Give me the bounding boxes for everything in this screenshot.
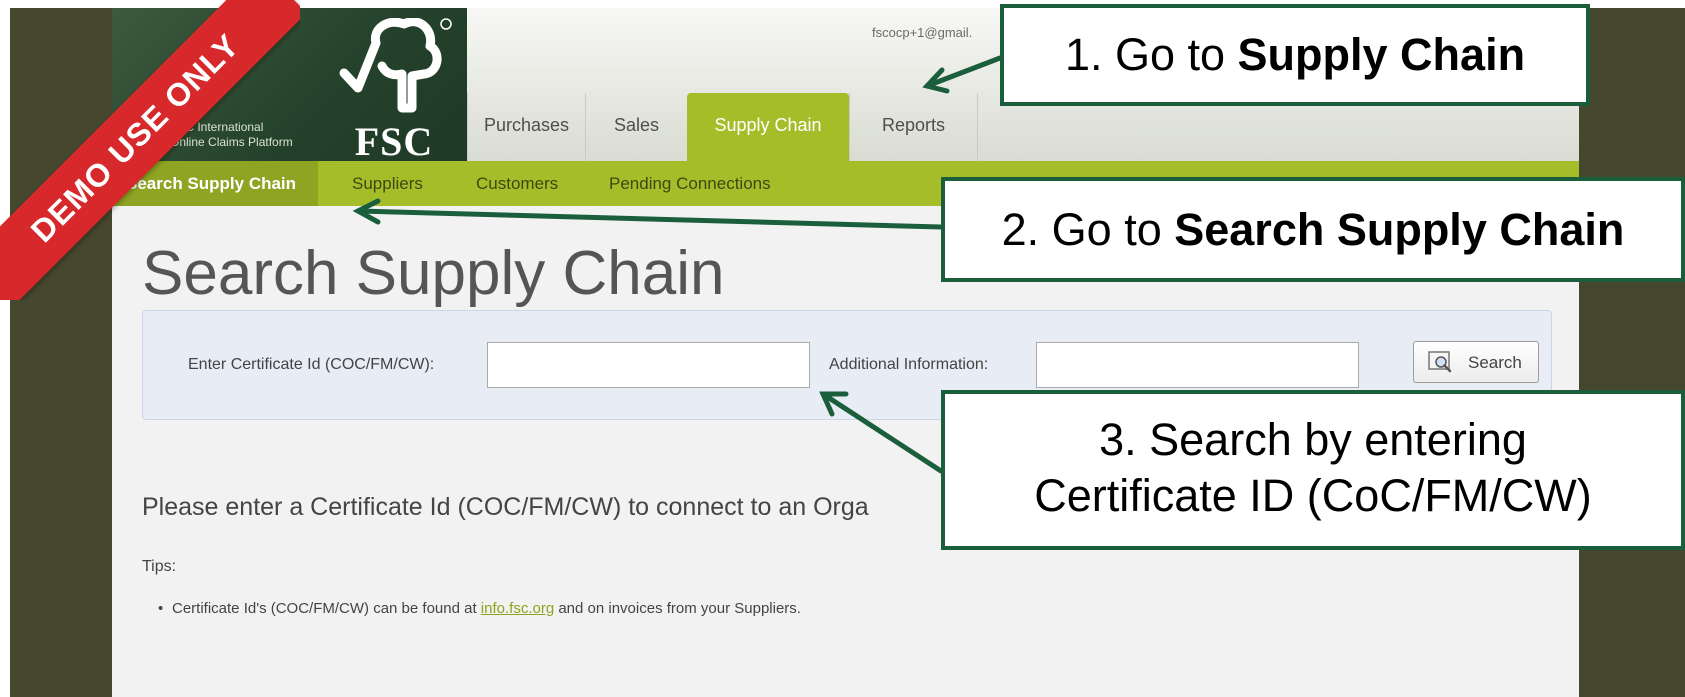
callout-step2: 2. Go to Search Supply Chain [941, 177, 1685, 282]
app-page: FSC International Online Claims Platform… [112, 8, 1579, 697]
tab-sales[interactable]: Sales [585, 93, 687, 161]
tip-item: Certificate Id's (COC/FM/CW) can be foun… [158, 600, 801, 617]
tab-purchases[interactable]: Purchases [467, 93, 585, 161]
main-tabs: Purchases Sales Supply Chain Reports [467, 93, 979, 161]
additional-info-label: Additional Information: [829, 356, 989, 373]
callout-step3-line1: 3. Search by entering [1099, 414, 1527, 465]
callout-step3: 3. Search by entering Certificate ID (Co… [941, 390, 1685, 550]
certificate-id-input[interactable] [487, 342, 810, 388]
callout-step1-bold: Supply Chain [1237, 29, 1526, 80]
connect-message: Please enter a Certificate Id (COC/FM/CW… [142, 493, 869, 521]
tab-divider [977, 93, 979, 161]
tab-reports[interactable]: Reports [849, 93, 977, 161]
demo-ribbon-wrap: DEMO USE ONLY [0, 0, 300, 300]
callout-step3-line2: Certificate ID (CoC/FM/CW) [1034, 470, 1592, 521]
callout-step1: 1. Go to Supply Chain [1000, 4, 1590, 106]
tips-title: Tips: [142, 558, 177, 575]
callout-step2-bold: Search Supply Chain [1174, 204, 1625, 255]
search-button[interactable]: Search [1413, 341, 1539, 383]
tip-prefix: Certificate Id's (COC/FM/CW) can be foun… [172, 600, 481, 617]
subnav-pending-connections[interactable]: Pending Connections [609, 161, 771, 206]
info-fsc-link[interactable]: info.fsc.org [481, 600, 554, 617]
user-email[interactable]: fscocp+1@gmail. [872, 25, 972, 40]
fsc-tree-logo-icon [339, 17, 452, 113]
subnav-suppliers[interactable]: Suppliers [352, 161, 423, 206]
tip-suffix: and on invoices from your Suppliers. [554, 600, 801, 617]
callout-step1-prefix: 1. Go to [1064, 29, 1238, 80]
search-button-label: Search [1468, 353, 1522, 372]
certificate-id-label: Enter Certificate Id (COC/FM/CW): [188, 356, 435, 373]
subnav-customers[interactable]: Customers [476, 161, 558, 206]
magnifier-icon [1428, 351, 1452, 373]
demo-ribbon: DEMO USE ONLY [0, 0, 300, 300]
additional-info-input[interactable] [1036, 342, 1359, 388]
fsc-logo[interactable]: FSC [334, 17, 454, 164]
tab-supply-chain[interactable]: Supply Chain [687, 93, 849, 161]
callout-step2-prefix: 2. Go to [1001, 204, 1175, 255]
fsc-wordmark: FSC [354, 119, 434, 164]
